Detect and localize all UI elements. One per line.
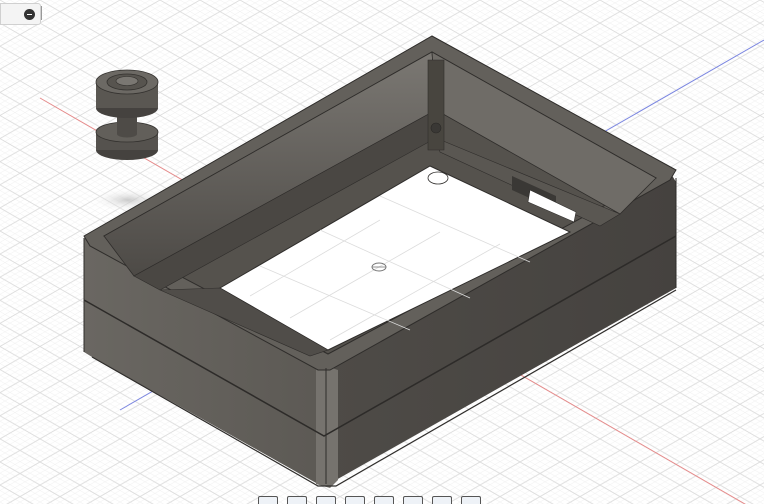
fit-icon[interactable] (374, 496, 394, 504)
orbit-icon[interactable] (258, 496, 278, 504)
look-at-icon[interactable] (316, 496, 336, 504)
grid-settings-icon[interactable] (432, 496, 452, 504)
3d-viewport[interactable] (0, 0, 764, 504)
display-settings-icon[interactable] (403, 496, 423, 504)
pan-icon[interactable] (287, 496, 307, 504)
browser-collapse-button[interactable] (18, 3, 41, 25)
knob-part[interactable] (95, 69, 159, 160)
toolbar-divider (41, 6, 42, 20)
zoom-icon[interactable] (345, 496, 365, 504)
viewports-icon[interactable] (461, 496, 481, 504)
browser-panel-edge (0, 3, 19, 25)
model-canvas[interactable] (0, 0, 764, 504)
navigation-bar (258, 496, 498, 504)
minus-circle-icon (23, 8, 35, 20)
